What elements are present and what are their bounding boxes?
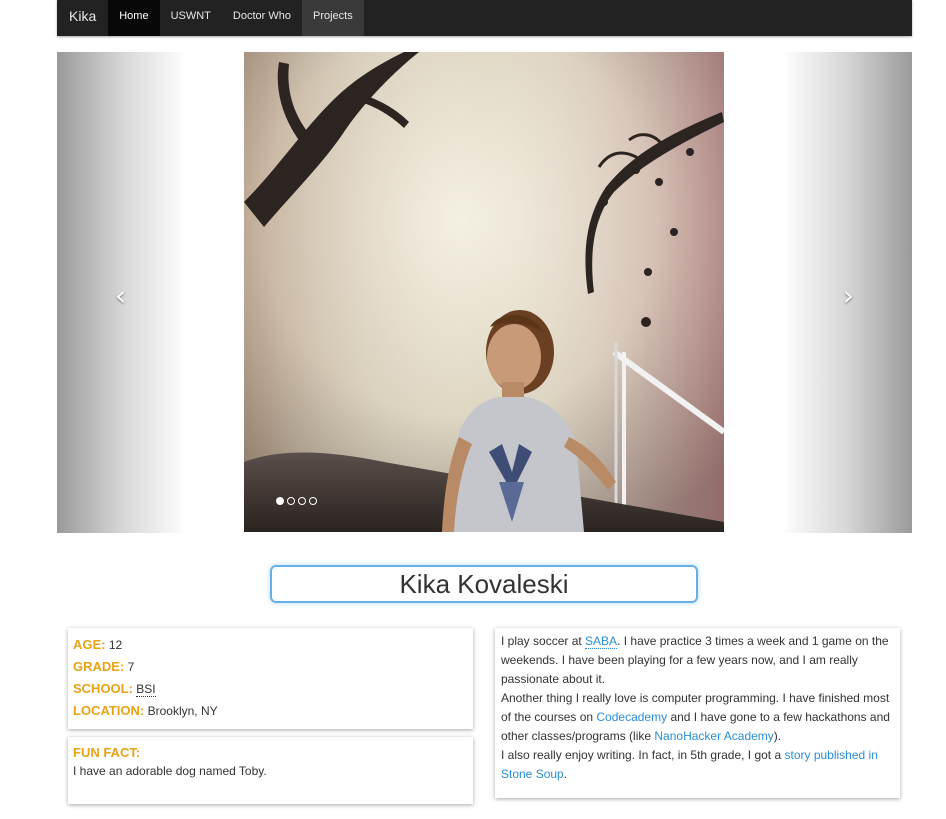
location-row: LOCATION: Brooklyn, NY [73,700,468,722]
about-text: I also really enjoy writing. In fact, in… [501,748,785,762]
nav-item-projects[interactable]: Projects [301,0,364,36]
about-text: I play soccer at [501,634,586,648]
nav-item-home[interactable]: Home [108,0,160,36]
profile-name-heading: Kika Kovaleski [270,565,698,603]
carousel-prev-button[interactable]: ‹ [57,52,187,533]
carousel-indicators [276,497,317,505]
saba-link[interactable]: SABA [585,634,618,649]
carousel-indicator-1[interactable] [276,497,284,505]
navbar: Kika Home USWNT Doctor Who Projects [57,0,912,36]
carousel-next-button[interactable]: › [782,52,912,533]
fun-fact-label: FUN FACT: [73,745,141,760]
about-text: . [563,767,568,781]
about-card: I play soccer at SABA. I have practice 3… [495,628,900,798]
location-value: Brooklyn, NY [147,704,218,718]
navbar-brand[interactable]: Kika [57,0,108,36]
chevron-right-icon: › [842,279,854,312]
about-text: ). [773,729,782,743]
nanohacker-academy-link[interactable]: NanoHacker Academy [654,729,773,743]
age-value: 12 [108,638,123,652]
chevron-left-icon: ‹ [115,279,127,312]
fun-fact-text: I have an adorable dog named Toby. [73,764,267,778]
nav-item-doctor-who[interactable]: Doctor Who [222,0,302,36]
age-row: AGE: 12 [73,634,468,656]
about-paragraph-programming: Another thing I really love is computer … [501,689,894,746]
carousel-indicator-4[interactable] [309,497,317,505]
school-label: SCHOOL: [73,681,133,696]
profile-info-card: AGE: 12 GRADE: 7 SCHOOL: BSI LOCATION: B… [68,628,473,729]
nav-item-uswnt[interactable]: USWNT [160,0,222,36]
school-row: SCHOOL: BSI [73,678,468,700]
photo-carousel: ‹ › [57,52,912,533]
age-label: AGE: [73,637,106,652]
carousel-photo [244,52,724,532]
carousel-indicator-3[interactable] [298,497,306,505]
fun-fact-card: FUN FACT: I have an adorable dog named T… [68,737,473,804]
school-value: BSI [136,682,156,697]
about-paragraph-soccer: I play soccer at SABA. I have practice 3… [501,632,894,689]
grade-label: GRADE: [73,659,125,674]
grade-row: GRADE: 7 [73,656,468,678]
location-label: LOCATION: [73,703,145,718]
codecademy-link[interactable]: Codecademy [596,710,667,724]
carousel-indicator-2[interactable] [287,497,295,505]
about-paragraph-writing: I also really enjoy writing. In fact, in… [501,746,894,784]
grade-value: 7 [127,660,135,674]
